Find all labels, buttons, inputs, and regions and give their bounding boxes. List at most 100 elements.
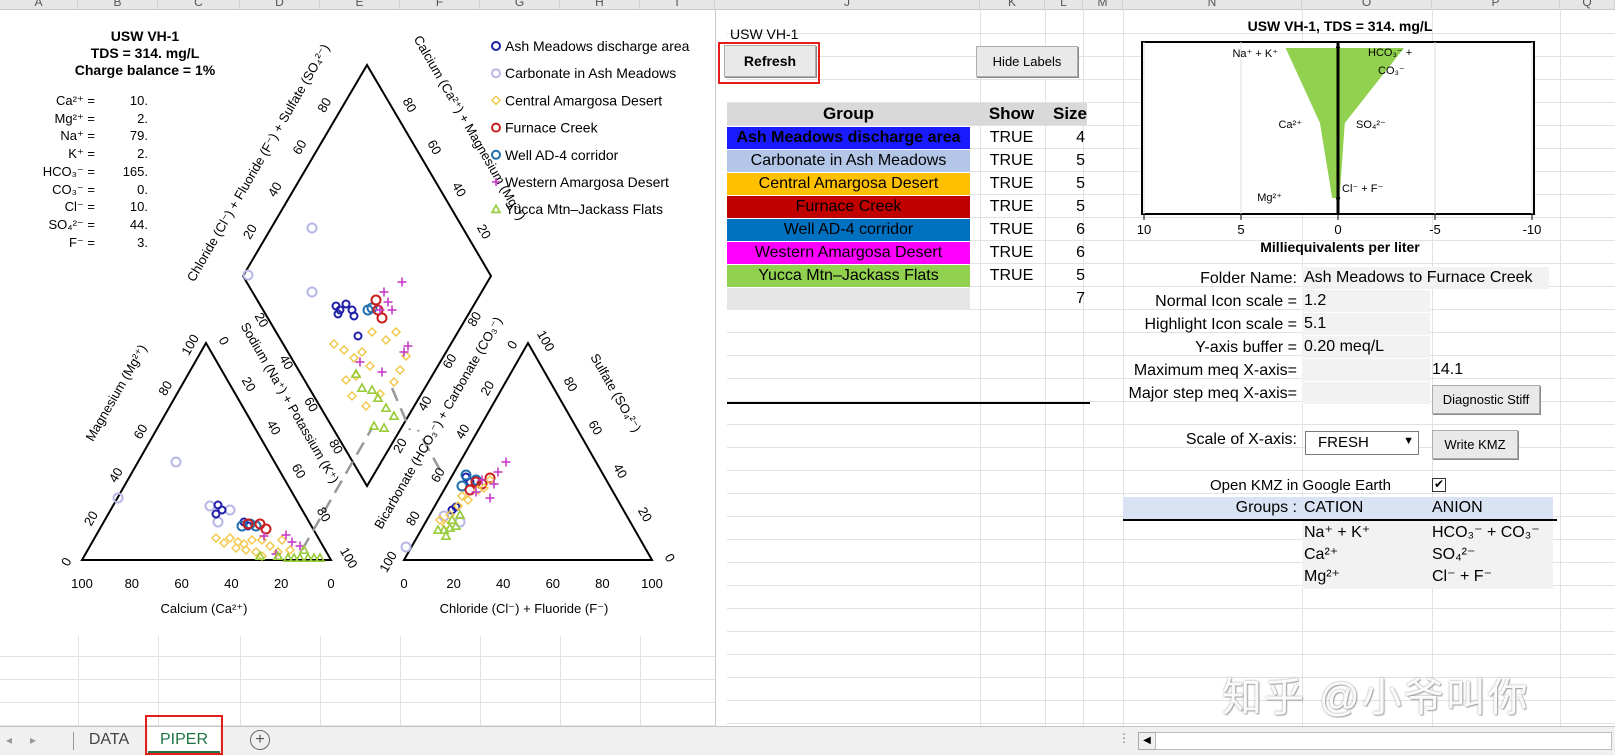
sample-point — [348, 352, 360, 364]
group-row[interactable]: Western Amargosa Desert TRUE 6 — [727, 242, 1087, 264]
major-step-value[interactable] — [1302, 382, 1430, 404]
sample-point — [377, 367, 387, 377]
more-icon[interactable]: ⋮ — [1118, 731, 1130, 745]
stiff-ion-label: Mg²⁺ — [1257, 192, 1282, 204]
group-size[interactable]: 6 — [1053, 242, 1087, 264]
group-size[interactable]: 7 — [1053, 288, 1087, 310]
open-kmz-checkbox[interactable]: ✔ — [1432, 478, 1446, 492]
column-header-c[interactable]: C — [158, 0, 240, 9]
group-show[interactable]: TRUE — [970, 173, 1053, 195]
group-size[interactable]: 5 — [1053, 150, 1087, 172]
group-name[interactable]: Carbonate in Ash Meadows — [727, 150, 970, 172]
group-row[interactable]: Yucca Mtn–Jackass Flats TRUE 5 — [727, 265, 1087, 287]
tick-label: 40 — [265, 179, 285, 199]
sample-point — [328, 338, 340, 350]
group-row[interactable]: Central Amargosa Desert TRUE 5 — [727, 173, 1087, 195]
hide-labels-button[interactable]: Hide Labels — [976, 46, 1078, 77]
sample-point — [170, 456, 182, 468]
group-row[interactable]: Carbonate in Ash Meadows TRUE 5 — [727, 150, 1087, 172]
group-show[interactable]: TRUE — [970, 242, 1053, 264]
tick-label: 0 — [504, 338, 521, 352]
group-name[interactable]: Central Amargosa Desert — [727, 173, 970, 195]
tick-label: 40 — [224, 576, 238, 591]
sample-point — [493, 467, 503, 477]
group-size[interactable]: 5 — [1053, 265, 1087, 287]
column-header-l[interactable]: L — [1045, 0, 1083, 9]
column-header-f[interactable]: F — [400, 0, 480, 9]
folder-name-value[interactable]: Ash Meadows to Furnace Creek — [1302, 267, 1549, 289]
add-sheet-icon[interactable]: + — [250, 730, 270, 750]
group-name[interactable] — [727, 288, 970, 310]
column-header-h[interactable]: H — [560, 0, 640, 9]
group-size[interactable]: 6 — [1053, 219, 1087, 241]
tick-label: 80 — [400, 95, 420, 115]
column-header-g[interactable]: G — [480, 0, 560, 9]
sample-point — [224, 532, 236, 544]
group-name[interactable]: Furnace Creek — [727, 196, 970, 218]
group-show[interactable]: TRUE — [970, 127, 1053, 149]
column-header-i[interactable]: I — [640, 0, 715, 9]
axis-label-chloride: Chloride (Cl⁻) + Fluoride (F⁻) — [440, 601, 609, 616]
column-header-b[interactable]: B — [78, 0, 158, 9]
group-row[interactable]: Furnace Creek TRUE 5 — [727, 196, 1087, 218]
column-header-k[interactable]: K — [980, 0, 1045, 9]
column-header-q[interactable]: Q — [1560, 0, 1615, 9]
highlight-icon-value[interactable]: 5.1 — [1302, 313, 1430, 335]
sheet-name-cell[interactable]: USW VH-1 — [730, 26, 798, 42]
group-row[interactable]: 7 — [727, 288, 1087, 310]
column-header-p[interactable]: P — [1432, 0, 1560, 9]
column-header-a[interactable]: A — [0, 0, 78, 9]
write-kmz-button[interactable]: Write KMZ — [1432, 430, 1518, 459]
normal-icon-value[interactable]: 1.2 — [1302, 290, 1430, 312]
column-header-n[interactable]: N — [1123, 0, 1302, 9]
horizontal-scrollbar[interactable] — [1155, 732, 1612, 750]
column-header-o[interactable]: O — [1302, 0, 1432, 9]
group-show[interactable]: TRUE — [970, 219, 1053, 241]
group-name[interactable]: Well AD-4 corridor — [727, 219, 970, 241]
column-header-d[interactable]: D — [240, 0, 320, 9]
group-name[interactable]: Yucca Mtn–Jackass Flats — [727, 265, 970, 287]
tick-label: 20 — [635, 504, 655, 524]
sample-point — [360, 400, 372, 412]
chevron-down-icon[interactable]: ▼ — [1403, 435, 1414, 447]
sample-point — [390, 326, 402, 338]
diagnostic-stiff-button[interactable]: Diagnostic Stiff — [1432, 385, 1540, 414]
group-name[interactable]: Ash Meadows discharge area — [727, 127, 970, 149]
group-show[interactable] — [970, 288, 1053, 310]
group-show[interactable]: TRUE — [970, 150, 1053, 172]
tab-data[interactable]: DATA — [76, 727, 142, 753]
legend-label: Carbonate in Ash Meadows — [505, 65, 676, 81]
axis-label-calcium: Calcium (Ca²⁺) — [160, 601, 247, 616]
highlight-icon-label: Highlight Icon scale = — [1144, 316, 1297, 333]
tick-label: 60 — [439, 351, 459, 371]
group-name[interactable]: Western Amargosa Desert — [727, 242, 970, 264]
tick-label: 100 — [376, 549, 400, 575]
column-header-m[interactable]: M — [1083, 0, 1123, 9]
group-row[interactable]: Well AD-4 corridor TRUE 6 — [727, 219, 1087, 241]
sample-point — [370, 294, 382, 306]
column-header-j[interactable]: J — [715, 0, 980, 9]
group-size[interactable]: 5 — [1053, 196, 1087, 218]
sheet-tab-bar: ◂ ▸ DATA PIPER + ⋮ ◀ — [0, 715, 1615, 755]
group-show[interactable]: TRUE — [970, 265, 1053, 287]
scroll-left-icon[interactable]: ◂ — [6, 733, 12, 747]
y-buffer-value[interactable]: 0.20 meq/L — [1302, 336, 1430, 358]
sample-point — [388, 410, 400, 421]
column-header-e[interactable]: E — [320, 0, 400, 9]
header-size: Size — [1053, 104, 1088, 123]
max-meq-value[interactable]: 14.1 — [1432, 361, 1463, 379]
scroll-right-icon[interactable]: ▸ — [30, 733, 36, 747]
max-meq-blank[interactable] — [1302, 359, 1430, 381]
scale-x-select[interactable]: FRESH ▼ — [1305, 431, 1419, 455]
major-step-label: Major step meq X-axis= — [1128, 385, 1297, 402]
sample-point — [399, 347, 409, 357]
group-show[interactable]: TRUE — [970, 196, 1053, 218]
group-row[interactable]: Ash Meadows discharge area TRUE 4 — [727, 127, 1087, 149]
sample-point — [212, 516, 224, 528]
tick-label: 40 — [264, 418, 284, 438]
group-size[interactable]: 4 — [1053, 127, 1087, 149]
hscroll-left-icon[interactable]: ◀ — [1138, 732, 1156, 750]
tick-label: 60 — [585, 418, 605, 438]
stiff-xlabel: Milliequivalents per liter — [1260, 239, 1420, 255]
group-size[interactable]: 5 — [1053, 173, 1087, 195]
